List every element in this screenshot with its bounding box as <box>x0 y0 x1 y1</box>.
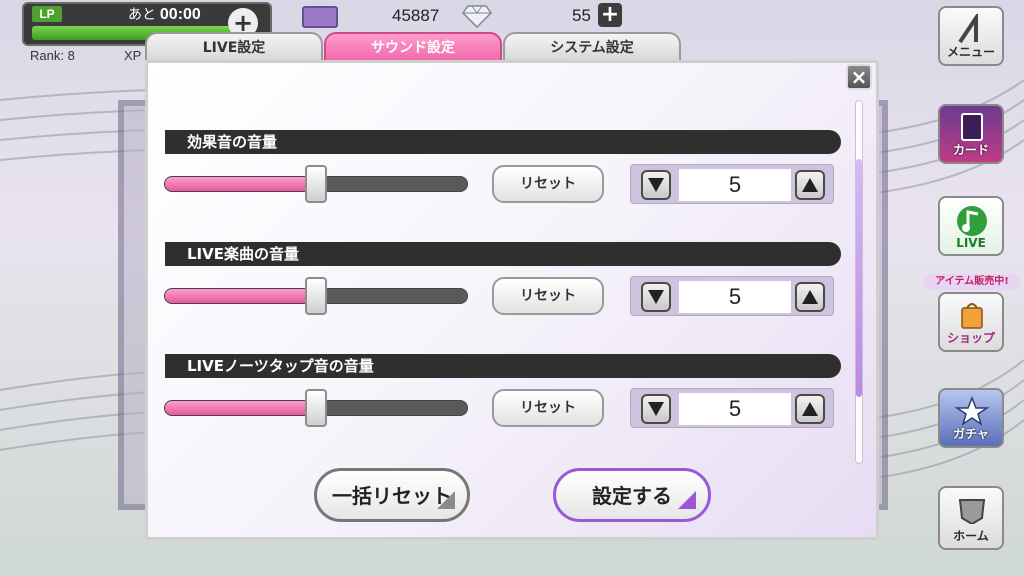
lp-icon: LP <box>32 6 62 22</box>
sfx-increase-button[interactable] <box>795 170 825 200</box>
live-music-volume-slider-knob[interactable] <box>305 277 327 315</box>
tab-sound-settings[interactable]: サウンド設定 <box>324 32 502 60</box>
sfx-volume-value: 5 <box>679 169 791 201</box>
shop-icon <box>961 303 983 329</box>
live-button[interactable]: LIVE <box>938 196 1004 256</box>
corner-triangle-icon <box>437 491 455 509</box>
gacha-icon <box>954 396 990 426</box>
live-music-decrease-button[interactable] <box>641 282 671 312</box>
setting-title-live-music-volume: LIVE楽曲の音量 <box>165 242 841 266</box>
reset-all-button[interactable]: 一括リセット <box>314 468 470 522</box>
gems-value: 55 <box>572 6 591 25</box>
tap-sound-reset-button[interactable]: リセット <box>492 389 604 427</box>
card-icon <box>961 113 983 141</box>
sfx-reset-button[interactable]: リセット <box>492 165 604 203</box>
slider-fill <box>165 289 316 303</box>
scrollbar-thumb[interactable] <box>856 159 862 397</box>
apply-settings-button[interactable]: 設定する <box>553 468 711 522</box>
arrow-down-icon <box>648 290 664 304</box>
live-icon <box>957 206 987 236</box>
slider-fill <box>165 177 316 191</box>
arrow-up-icon <box>802 402 818 416</box>
slider-fill <box>165 401 316 415</box>
gems-plus-button[interactable]: + <box>598 3 622 27</box>
arrow-up-icon <box>802 290 818 304</box>
lp-remaining-time: あと 00:00 <box>128 6 201 23</box>
gem-icon <box>462 5 492 28</box>
arrow-down-icon <box>648 402 664 416</box>
coins-value: 45887 <box>392 6 440 25</box>
sfx-decrease-button[interactable] <box>641 170 671 200</box>
home-icon <box>958 499 986 524</box>
corner-triangle-icon <box>678 491 696 509</box>
tap-sound-increase-button[interactable] <box>795 394 825 424</box>
arrow-down-icon <box>648 178 664 192</box>
tap-sound-decrease-button[interactable] <box>641 394 671 424</box>
tap-sound-volume-stepper: 5 <box>630 388 834 428</box>
shop-button[interactable]: ショップ <box>938 292 1004 352</box>
tab-live-settings[interactable]: LIVE設定 <box>145 32 323 60</box>
sfx-volume-stepper: 5 <box>630 164 834 204</box>
live-music-reset-button[interactable]: リセット <box>492 277 604 315</box>
tap-sound-volume-slider-knob[interactable] <box>305 389 327 427</box>
sfx-volume-slider-knob[interactable] <box>305 165 327 203</box>
xp-label: XP <box>124 48 142 63</box>
gacha-button[interactable]: ガチャ <box>938 388 1004 448</box>
menu-button[interactable]: メニュー <box>938 6 1004 66</box>
menu-icon <box>958 14 978 44</box>
setting-title-sfx-volume: 効果音の音量 <box>165 130 841 154</box>
ticket-icon <box>302 6 338 28</box>
live-music-volume-stepper: 5 <box>630 276 834 316</box>
scrollbar[interactable] <box>855 100 863 464</box>
shop-badge: アイテム販売中! <box>924 274 1020 290</box>
setting-title-tap-sound-volume: LIVEノーツタップ音の音量 <box>165 354 841 378</box>
rank-label: Rank: 8 <box>30 48 75 63</box>
tab-system-settings[interactable]: システム設定 <box>503 32 681 60</box>
close-icon: × <box>850 65 868 89</box>
live-music-increase-button[interactable] <box>795 282 825 312</box>
tap-sound-volume-value: 5 <box>679 393 791 425</box>
close-button[interactable]: × <box>846 64 872 90</box>
arrow-up-icon <box>802 178 818 192</box>
card-button[interactable]: カード <box>938 104 1004 164</box>
live-music-volume-value: 5 <box>679 281 791 313</box>
home-button[interactable]: ホーム <box>938 486 1004 550</box>
